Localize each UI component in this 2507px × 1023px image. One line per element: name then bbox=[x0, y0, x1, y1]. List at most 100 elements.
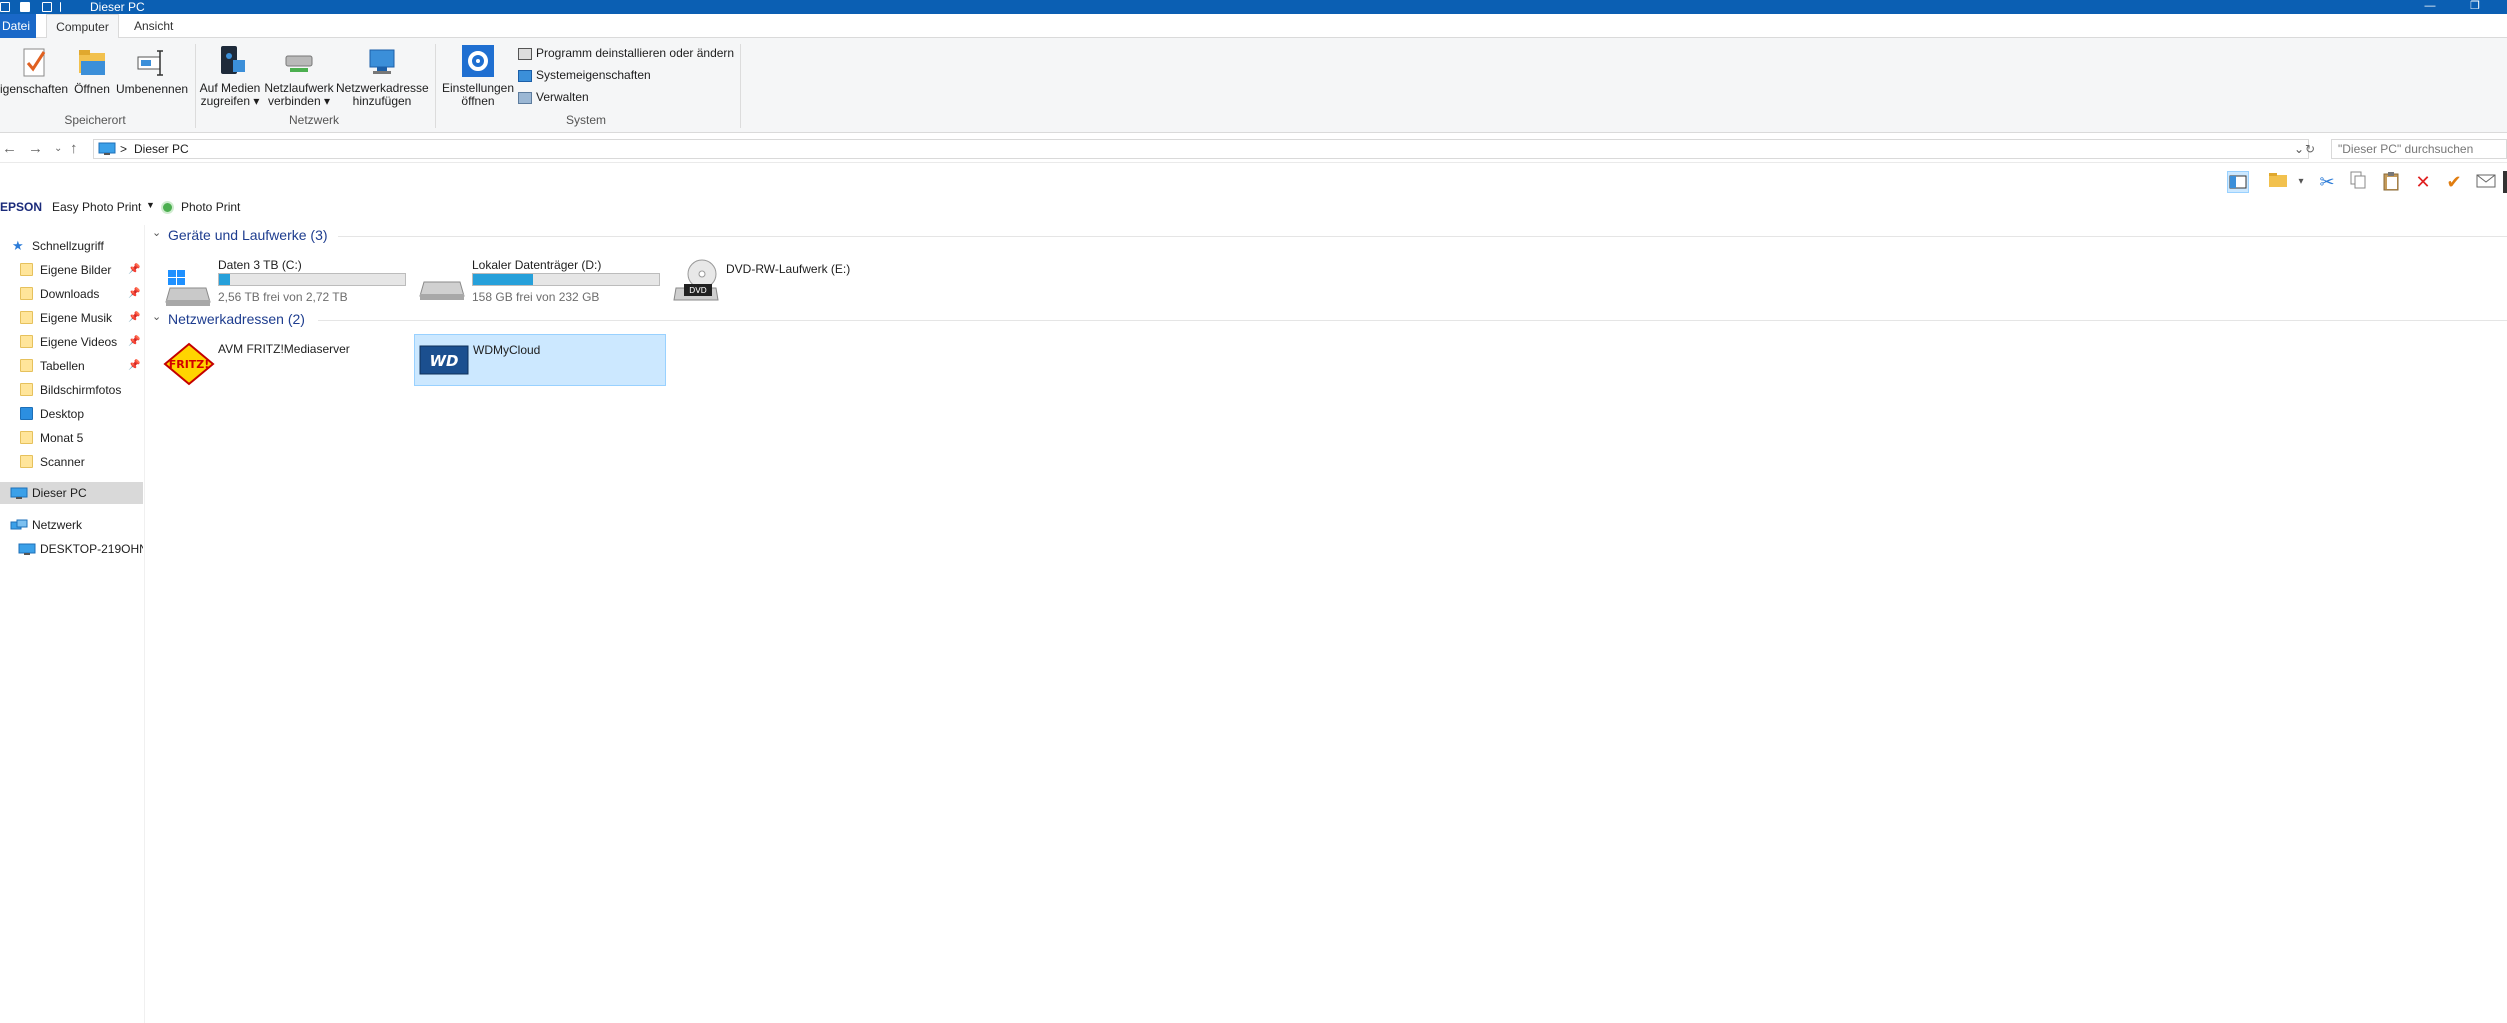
system-properties-label: Systemeigenschaften bbox=[536, 68, 651, 82]
properties-label: igenschaften bbox=[0, 82, 69, 96]
section-divider bbox=[338, 236, 2507, 237]
rename-button[interactable]: Umbenennen bbox=[116, 47, 188, 96]
tab-computer[interactable]: Computer bbox=[46, 14, 119, 39]
folder-icon bbox=[20, 359, 33, 372]
nav-item-eigene-bilder[interactable]: Eigene Bilder 📌 bbox=[0, 259, 143, 281]
new-folder-icon[interactable] bbox=[2267, 171, 2289, 193]
nav-item-monat-5[interactable]: Monat 5 bbox=[0, 427, 143, 449]
preview-pane-icon[interactable] bbox=[2227, 171, 2249, 193]
open-settings-button[interactable]: Einstellungen öffnen bbox=[438, 44, 518, 108]
folder-icon bbox=[20, 383, 33, 396]
pin-icon: 📌 bbox=[128, 312, 141, 323]
media-access-label-2: zugreifen bbox=[200, 94, 250, 108]
nav-item-scanner[interactable]: Scanner bbox=[0, 451, 143, 473]
properties-button[interactable]: igenschaften bbox=[0, 47, 68, 96]
back-arrow-icon[interactable]: ← bbox=[2, 140, 17, 157]
media-access-label-1: Auf Medien bbox=[199, 81, 261, 95]
drive-d[interactable]: Lokaler Datenträger (D:) 158 GB frei von… bbox=[418, 258, 668, 312]
nav-item-label: Monat 5 bbox=[40, 431, 84, 445]
fritz-name: AVM FRITZ!Mediaserver bbox=[218, 342, 350, 356]
folder-icon bbox=[20, 431, 33, 444]
nav-this-pc[interactable]: Dieser PC bbox=[0, 482, 143, 504]
add-network-location-label-2: hinzufügen bbox=[352, 94, 412, 108]
map-drive-label-1: Netzlaufwerk bbox=[264, 81, 334, 95]
tab-datei[interactable]: Datei bbox=[0, 14, 36, 38]
window-title: Dieser PC bbox=[90, 0, 145, 14]
nav-network[interactable]: Netzwerk bbox=[0, 514, 143, 536]
new-folder-dropdown-icon[interactable]: ▾ bbox=[2295, 171, 2307, 193]
quick-toolbar: ▾ ✂ ✕ ✔ bbox=[0, 163, 2507, 200]
address-dropdown-icon[interactable]: ⌄ bbox=[2294, 140, 2304, 158]
system-properties-button[interactable]: Systemeigenschaften bbox=[518, 67, 651, 83]
ribbon-separator bbox=[195, 44, 196, 128]
email-icon[interactable] bbox=[2475, 171, 2497, 193]
map-drive-button[interactable]: Netzlaufwerk verbinden ▾ bbox=[264, 44, 334, 108]
network-icon bbox=[10, 519, 28, 530]
network-locations-section-header[interactable]: Netzwerkadressen (2) bbox=[168, 311, 305, 327]
media-access-button[interactable]: Auf Medien zugreifen ▾ bbox=[198, 44, 262, 108]
uninstall-program-button[interactable]: Programm deinstallieren oder ändern bbox=[518, 45, 734, 61]
network-item-wdmycloud[interactable]: WD WDMyCloud bbox=[414, 334, 666, 386]
nav-item-label: Eigene Videos bbox=[40, 335, 118, 349]
manage-icon bbox=[518, 91, 532, 104]
drive-c-free-space: 2,56 TB frei von 2,72 TB bbox=[218, 290, 348, 304]
nav-item-bildschirmfotos[interactable]: Bildschirmfotos bbox=[0, 379, 143, 401]
nav-item-desktop[interactable]: Desktop bbox=[0, 403, 143, 425]
properties-quick-icon[interactable] bbox=[20, 2, 30, 12]
open-button[interactable]: Öffnen bbox=[70, 47, 114, 96]
network-item-fritz[interactable]: FRITZ! AVM FRITZ!Mediaserver bbox=[163, 340, 413, 390]
easy-photo-print-button[interactable]: Easy Photo Print bbox=[52, 200, 141, 214]
navigation-bar: ← → ⌄ ↑ > Dieser PC ⌄ ↻ "Dieser PC" durc… bbox=[0, 133, 2507, 163]
drive-d-usage-fill bbox=[473, 274, 533, 285]
svg-text:FRITZ!: FRITZ! bbox=[169, 358, 210, 371]
settings-gear-icon bbox=[462, 45, 494, 77]
delete-icon[interactable]: ✕ bbox=[2412, 171, 2434, 193]
devices-collapse-chevron-icon[interactable]: ⌄ bbox=[152, 226, 161, 239]
nav-quick-access[interactable]: ★ Schnellzugriff bbox=[0, 235, 143, 257]
refresh-icon[interactable]: ↻ bbox=[2305, 142, 2315, 156]
photo-print-button[interactable]: Photo Print bbox=[181, 200, 240, 214]
separator-icon bbox=[60, 2, 66, 12]
open-settings-label-2: öffnen bbox=[461, 94, 495, 108]
recent-locations-chevron-icon[interactable]: ⌄ bbox=[54, 143, 62, 154]
folder-icon bbox=[20, 455, 33, 468]
address-bar[interactable]: > Dieser PC ⌄ bbox=[93, 139, 2309, 159]
ribbon-tabs: Datei Computer Ansicht bbox=[0, 14, 2507, 39]
drive-e[interactable]: DVD DVD-RW-Laufwerk (E:) bbox=[672, 258, 922, 312]
pin-icon: 📌 bbox=[128, 360, 141, 371]
cut-icon[interactable]: ✂ bbox=[2316, 171, 2338, 193]
svg-text:DVD: DVD bbox=[689, 286, 707, 295]
new-folder-quick-icon[interactable] bbox=[42, 2, 52, 12]
paste-icon[interactable] bbox=[2380, 171, 2402, 193]
search-input[interactable]: "Dieser PC" durchsuchen bbox=[2331, 139, 2507, 159]
nav-item-eigene-musik[interactable]: Eigene Musik 📌 bbox=[0, 307, 143, 329]
up-arrow-icon[interactable]: ↑ bbox=[70, 140, 78, 157]
devices-section-header[interactable]: Geräte und Laufwerke (3) bbox=[168, 227, 328, 243]
tab-ansicht[interactable]: Ansicht bbox=[130, 14, 177, 38]
add-network-location-button[interactable]: Netzwerkadresse hinzufügen bbox=[336, 44, 429, 108]
drive-c-name: Daten 3 TB (C:) bbox=[218, 258, 302, 272]
nav-item-eigene-videos[interactable]: Eigene Videos 📌 bbox=[0, 331, 143, 353]
rename-label: Umbenennen bbox=[116, 82, 189, 96]
forward-arrow-icon[interactable]: → bbox=[28, 140, 43, 157]
quick-access-icon[interactable] bbox=[0, 2, 10, 12]
nav-this-pc-label: Dieser PC bbox=[32, 486, 87, 500]
breadcrumb-separator: > bbox=[120, 142, 128, 156]
title-bar: Dieser PC — ❐ bbox=[0, 0, 2507, 14]
copy-icon[interactable] bbox=[2347, 171, 2369, 193]
maximize-icon[interactable]: ❐ bbox=[2465, 0, 2485, 14]
nav-item-label: Eigene Musik bbox=[40, 311, 113, 325]
epson-logo: EPSON bbox=[0, 200, 43, 214]
drive-c[interactable]: Daten 3 TB (C:) 2,56 TB frei von 2,72 TB bbox=[164, 258, 414, 312]
breadcrumb-this-pc[interactable]: Dieser PC bbox=[134, 140, 189, 158]
network-collapse-chevron-icon[interactable]: ⌄ bbox=[152, 310, 161, 323]
wd-icon: WD bbox=[419, 345, 469, 375]
folder-icon bbox=[20, 335, 33, 348]
nav-network-desktop[interactable]: DESKTOP-219OHNC bbox=[0, 538, 143, 560]
checkmark-icon[interactable]: ✔ bbox=[2443, 171, 2465, 193]
manage-button[interactable]: Verwalten bbox=[518, 89, 589, 105]
minimize-icon[interactable]: — bbox=[2420, 0, 2440, 14]
nav-item-tabellen[interactable]: Tabellen 📌 bbox=[0, 355, 143, 377]
nav-item-downloads[interactable]: Downloads 📌 bbox=[0, 283, 143, 305]
easy-photo-print-dropdown-icon[interactable]: ▼ bbox=[146, 200, 155, 210]
